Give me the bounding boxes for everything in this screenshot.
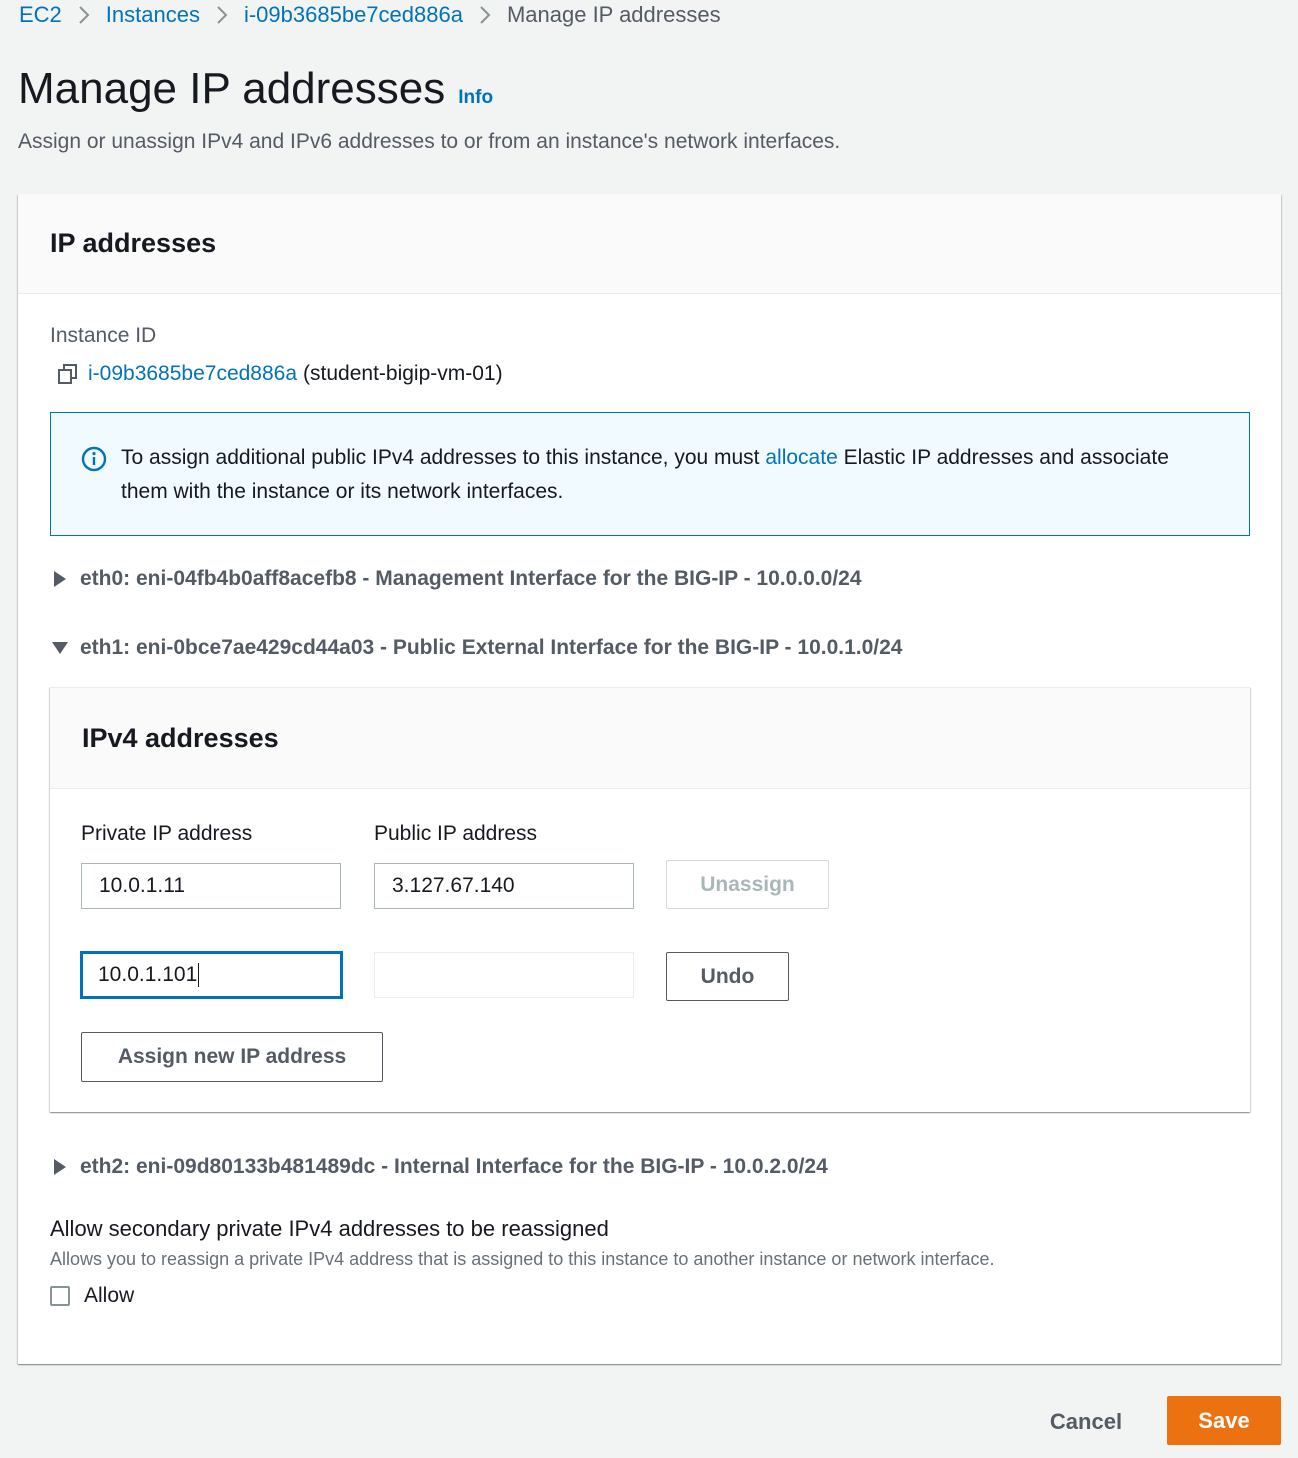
interface-eth2-toggle[interactable]: eth2: eni-09d80133b481489dc - Internal I… (50, 1155, 828, 1179)
chevron-right-icon (477, 4, 493, 26)
private-ip-value: 10.0.1.101 (98, 963, 198, 986)
allow-checkbox-row[interactable]: Allow (50, 1284, 134, 1308)
allow-checkbox[interactable] (50, 1286, 70, 1306)
alert-text-start: To assign additional public IPv4 address… (121, 446, 766, 469)
info-alert: To assign additional public IPv4 address… (50, 412, 1250, 536)
page-title-text: Manage IP addresses (18, 64, 446, 113)
interface-eth1-toggle[interactable]: eth1: eni-0bce7ae429cd44a03 - Public Ext… (50, 636, 902, 660)
assign-new-ip-button[interactable]: Assign new IP address (81, 1032, 383, 1082)
instance-name: (student-bigip-vm-01) (303, 362, 503, 385)
page-title: Manage IP addresses Info (18, 64, 493, 114)
info-link[interactable]: Info (458, 87, 493, 109)
reassign-title: Allow secondary private IPv4 addresses t… (50, 1216, 609, 1241)
allow-checkbox-label: Allow (84, 1284, 135, 1307)
reassign-description: Allows you to reassign a private IPv4 ad… (50, 1249, 995, 1269)
caret-right-icon (50, 569, 70, 589)
save-button[interactable]: Save (1167, 1396, 1281, 1445)
breadcrumb-ec2[interactable]: EC2 (19, 2, 62, 28)
instance-id-value: i-09b3685be7ced886a (student-bigip-vm-01… (56, 362, 503, 386)
ip-addresses-panel: IP addresses Instance ID i-09b3685be7ced… (18, 194, 1281, 1364)
interface-eth0-label: eth0: eni-04fb4b0aff8acefb8 - Management… (80, 567, 862, 590)
unassign-button[interactable]: Unassign (666, 860, 829, 909)
caret-down-icon (50, 638, 70, 658)
private-ip-input[interactable]: 10.0.1.101 (80, 951, 343, 999)
caret-right-icon (50, 1157, 70, 1177)
page-description: Assign or unassign IPv4 and IPv6 address… (18, 130, 841, 153)
private-ip-input[interactable]: 10.0.1.11 (81, 863, 341, 909)
chevron-right-icon (214, 4, 230, 26)
breadcrumb-current: Manage IP addresses (506, 2, 721, 27)
private-ip-label: Private IP address (81, 822, 253, 845)
interface-eth0-toggle[interactable]: eth0: eni-04fb4b0aff8acefb8 - Management… (50, 567, 862, 591)
public-ip-label: Public IP address (374, 822, 538, 845)
instance-id-link[interactable]: i-09b3685be7ced886a (88, 362, 297, 386)
breadcrumb-instances[interactable]: Instances (106, 2, 200, 28)
ipv4-addresses-panel: IPv4 addresses Private IP address Public… (50, 687, 1250, 1112)
ipv4-panel-header: IPv4 addresses (50, 688, 1250, 789)
interface-eth1-label: eth1: eni-0bce7ae429cd44a03 - Public Ext… (80, 636, 903, 659)
breadcrumb: EC2 Instances i-09b3685be7ced886a Manage… (19, 0, 721, 30)
interface-eth2-label: eth2: eni-09d80133b481489dc - Internal I… (80, 1155, 828, 1178)
text-cursor (198, 963, 200, 987)
ipv4-panel-title: IPv4 addresses (82, 722, 279, 753)
public-ip-value: 3.127.67.140 (392, 874, 515, 897)
panel-title: IP addresses (50, 228, 217, 258)
private-ip-value: 10.0.1.11 (99, 874, 186, 897)
public-ip-input[interactable]: 3.127.67.140 (374, 863, 634, 909)
cancel-button[interactable]: Cancel (1040, 1400, 1132, 1444)
instance-id-label: Instance ID (50, 324, 157, 347)
copy-icon[interactable] (56, 362, 80, 386)
info-circle-icon (81, 446, 107, 472)
undo-button[interactable]: Undo (666, 952, 789, 1001)
allocate-link[interactable]: allocate (765, 446, 837, 469)
breadcrumb-instance-id[interactable]: i-09b3685be7ced886a (244, 2, 463, 28)
chevron-right-icon (76, 4, 92, 26)
panel-header: IP addresses (18, 194, 1281, 294)
public-ip-input[interactable] (374, 952, 634, 998)
